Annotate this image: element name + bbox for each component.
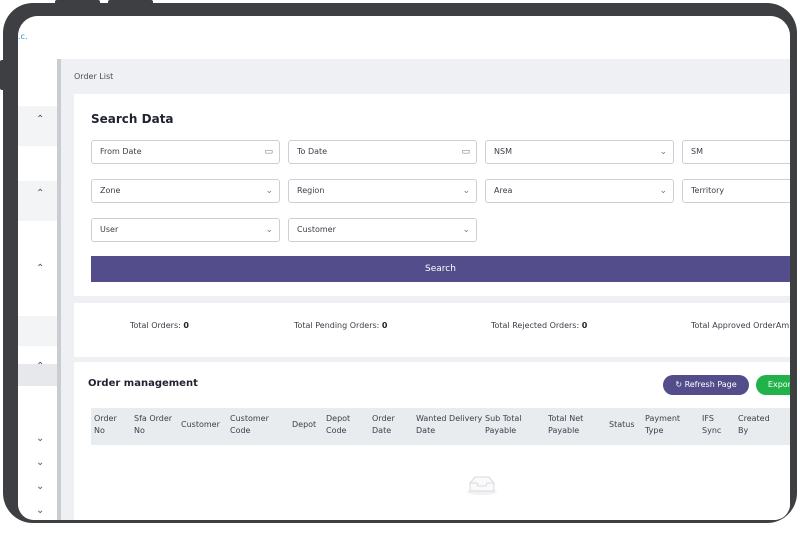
column-header[interactable]: Depot Code <box>326 413 358 437</box>
column-header[interactable]: IFS Sync <box>702 413 732 437</box>
orders-title: Order management <box>88 378 198 389</box>
table-header: Order No Sfa Order No Customer Customer … <box>91 408 790 445</box>
column-header[interactable]: Sfa Order No <box>134 413 174 437</box>
total-orders-label: Total Orders: <box>130 321 181 330</box>
chevron-down-icon[interactable]: ⌄ <box>36 457 44 468</box>
stats-card <box>74 303 790 357</box>
nsm-label: NSM <box>494 147 512 156</box>
chevron-down-icon[interactable]: ⌄ <box>36 481 44 492</box>
rejected-orders-stat: Total Rejected Orders: 0 <box>491 321 587 330</box>
chevron-down-icon: ⌄ <box>265 225 273 235</box>
refresh-icon: ↻ <box>675 380 683 389</box>
approved-orders-label: Total Approved OrderAm <box>691 321 790 330</box>
column-header[interactable]: Wanted Delivery Date <box>416 413 486 437</box>
pending-orders-stat: Total Pending Orders: 0 <box>294 321 387 330</box>
area-label: Area <box>494 186 513 195</box>
approved-orders-stat: Total Approved OrderAm <box>691 321 789 330</box>
to-date-field[interactable]: To Date ▭ <box>288 140 477 164</box>
from-date-label: From Date <box>100 147 142 156</box>
chevron-down-icon[interactable]: ⌄ <box>36 433 44 444</box>
column-header[interactable]: Total Net Payable <box>548 413 596 437</box>
chevron-down-icon: ⌄ <box>659 186 667 196</box>
customer-select[interactable]: Customer ⌄ <box>288 218 477 242</box>
column-header[interactable]: Created By <box>738 413 782 437</box>
chevron-down-icon: ⌄ <box>462 225 470 235</box>
chevron-down-icon: ⌄ <box>462 186 470 196</box>
area-select[interactable]: Area ⌄ <box>485 179 674 203</box>
user-label: User <box>100 225 119 234</box>
total-orders-value: 0 <box>183 321 189 330</box>
sm-select[interactable]: SM <box>682 140 790 164</box>
table-body-empty <box>91 445 790 520</box>
export-button[interactable]: Export <box>756 375 790 395</box>
column-header[interactable]: Customer Code <box>230 413 278 437</box>
sidebar-section <box>18 106 57 146</box>
chevron-up-icon[interactable]: ⌃ <box>36 361 44 372</box>
calendar-icon: ▭ <box>461 147 470 157</box>
export-label: Export <box>767 380 790 389</box>
nsm-select[interactable]: NSM ⌄ <box>485 140 674 164</box>
pending-orders-label: Total Pending Orders: <box>294 321 380 330</box>
region-label: Region <box>297 186 325 195</box>
device-frame: .c. ⌃ ⌃ ⌃ ⌃ ⌄ ⌄ ⌄ ⌄ Order List Search Da… <box>3 3 797 523</box>
chevron-up-icon[interactable]: ⌃ <box>36 114 44 125</box>
app-logo: .c. <box>18 32 28 41</box>
chevron-up-icon[interactable]: ⌃ <box>36 263 44 274</box>
column-header[interactable]: Order No <box>94 413 124 437</box>
total-orders-stat: Total Orders: 0 <box>130 321 189 330</box>
empty-inbox-icon <box>467 476 497 495</box>
chevron-up-icon[interactable]: ⌃ <box>36 188 44 199</box>
territory-select[interactable]: Territory <box>682 179 790 203</box>
calendar-icon: ▭ <box>264 147 273 157</box>
territory-label: Territory <box>691 186 725 195</box>
chevron-down-icon[interactable]: ⌄ <box>36 505 44 516</box>
zone-select[interactable]: Zone ⌄ <box>91 179 280 203</box>
chevron-down-icon: ⌄ <box>659 147 667 157</box>
chevron-down-icon: ⌄ <box>265 186 273 196</box>
column-header[interactable]: Sub Total Payable <box>485 413 535 437</box>
from-date-field[interactable]: From Date ▭ <box>91 140 280 164</box>
zone-label: Zone <box>100 186 121 195</box>
top-bar: .c. <box>18 16 790 59</box>
refresh-page-button[interactable]: ↻ Refresh Page <box>663 375 749 395</box>
region-select[interactable]: Region ⌄ <box>288 179 477 203</box>
search-title: Search Data <box>91 112 174 126</box>
rejected-orders-value: 0 <box>581 321 588 330</box>
breadcrumb: Order List <box>74 72 114 81</box>
sidebar-scrollbar[interactable] <box>57 59 61 520</box>
refresh-page-label: Refresh Page <box>684 380 737 389</box>
sidebar: ⌃ ⌃ ⌃ ⌃ ⌄ ⌄ ⌄ ⌄ <box>18 59 57 520</box>
column-header[interactable]: Status <box>609 419 635 431</box>
pending-orders-value: 0 <box>381 321 388 330</box>
rejected-orders-label: Total Rejected Orders: <box>491 321 580 330</box>
column-header[interactable]: Payment Type <box>645 413 689 437</box>
sm-label: SM <box>691 147 703 156</box>
user-select[interactable]: User ⌄ <box>91 218 280 242</box>
sidebar-section <box>18 316 57 346</box>
column-header[interactable]: Depot <box>292 419 316 431</box>
to-date-label: To Date <box>297 147 328 156</box>
search-button[interactable]: Search <box>91 256 790 282</box>
sidebar-section <box>18 181 57 221</box>
screen: .c. ⌃ ⌃ ⌃ ⌃ ⌄ ⌄ ⌄ ⌄ Order List Search Da… <box>18 16 790 520</box>
column-header[interactable]: Customer <box>181 419 220 431</box>
column-header[interactable]: Order Date <box>372 413 402 437</box>
customer-label: Customer <box>297 225 336 234</box>
